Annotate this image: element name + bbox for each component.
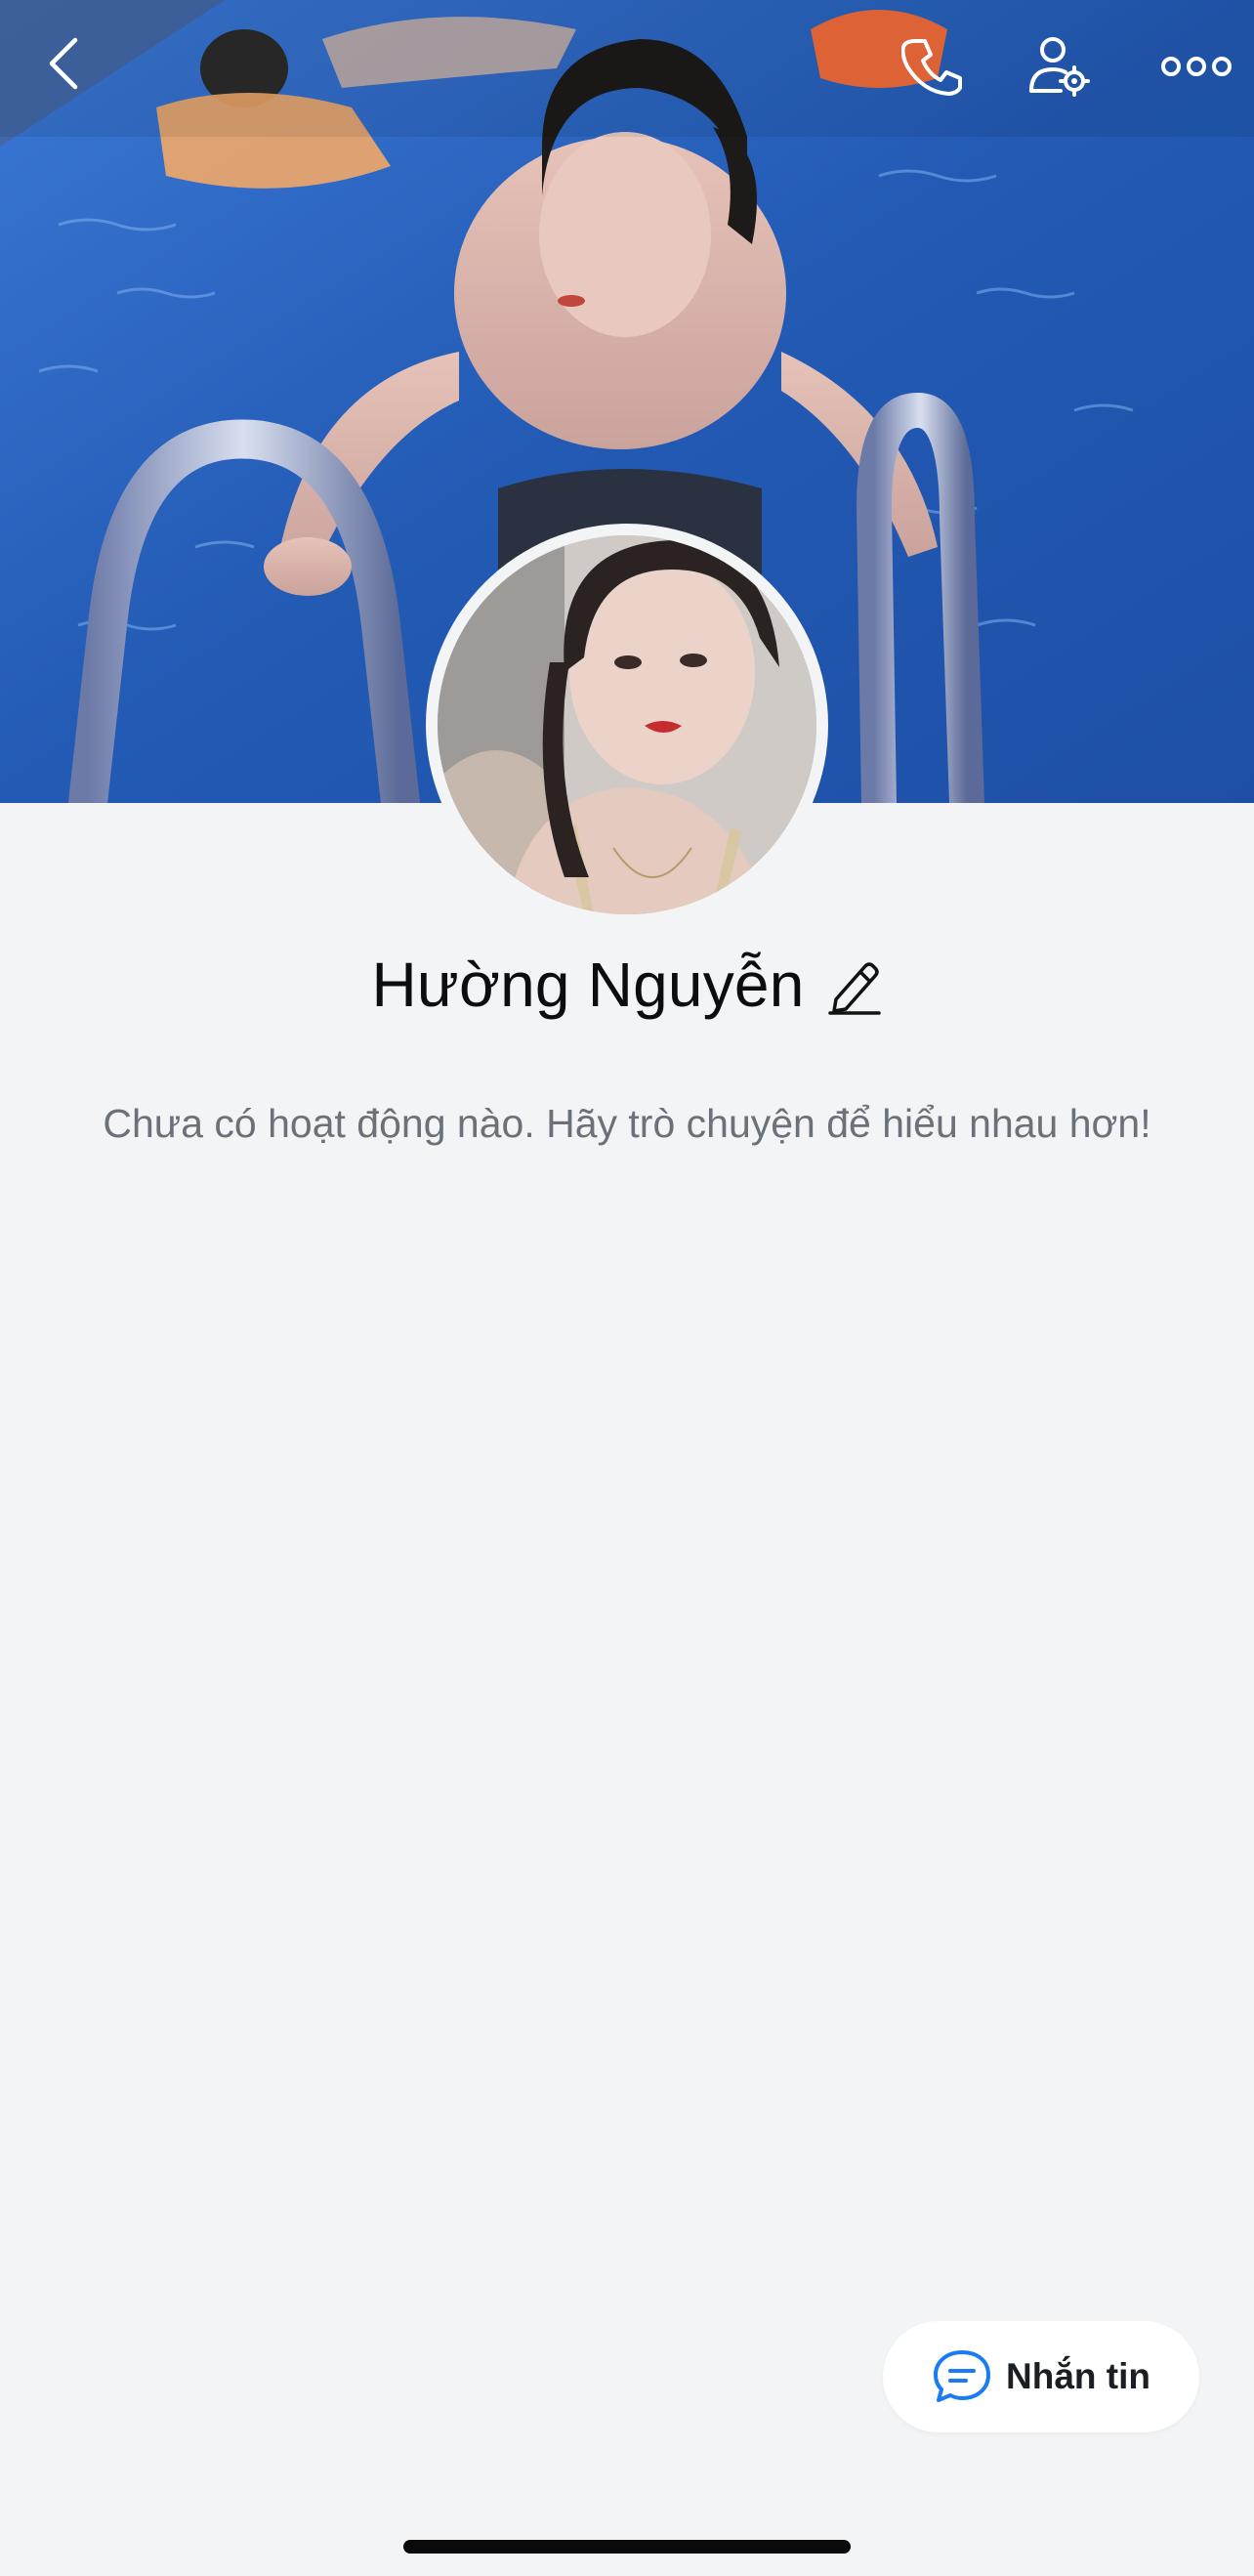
edit-name-button[interactable]	[826, 950, 883, 1019]
phone-icon	[901, 39, 962, 96]
more-icon	[1161, 57, 1232, 76]
pencil-icon	[827, 962, 881, 1015]
empty-activity-text: Chưa có hoạt động nào. Hãy trò chuyện để…	[103, 1101, 1151, 1146]
avatar-image	[438, 535, 816, 914]
user-settings-icon	[1029, 37, 1090, 97]
back-button[interactable]	[29, 29, 98, 98]
back-icon	[49, 37, 78, 90]
avatar[interactable]	[438, 535, 816, 914]
home-indicator[interactable]	[403, 2540, 851, 2554]
message-button[interactable]: Nhắn tin	[883, 2321, 1199, 2432]
chat-bubble-icon	[934, 2350, 990, 2402]
profile-name: Hường Nguyễn	[371, 950, 805, 1020]
avatar-frame	[426, 524, 828, 926]
profile-name-row: Hường Nguyễn	[0, 944, 1254, 1026]
call-button[interactable]	[894, 27, 972, 106]
user-settings-button[interactable]	[1021, 27, 1099, 106]
more-button[interactable]	[1152, 37, 1240, 96]
message-button-label: Nhắn tin	[1006, 2356, 1150, 2396]
